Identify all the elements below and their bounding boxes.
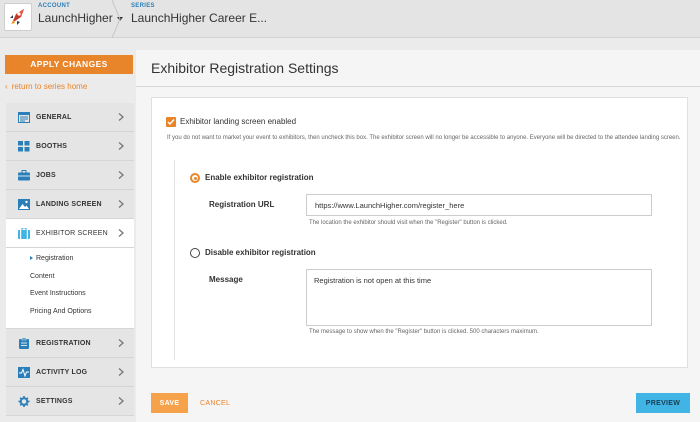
disable-registration-label: Disable exhibitor registration [205, 248, 316, 257]
chevron-right-icon [118, 200, 124, 208]
sidebar-item-label: BOOTHS [36, 142, 68, 150]
chevron-right-icon [118, 142, 124, 150]
sidebar-nav: GENERAL BOOTHS JOBS LANDING SCREEN EXHIB… [6, 103, 134, 416]
sidebar-item-label: GENERAL [36, 113, 72, 121]
briefcase-icon [18, 169, 30, 180]
sidebar-item-settings[interactable]: SETTINGS [6, 387, 134, 416]
checkbox-label: Exhibitor landing screen enabled [180, 117, 297, 126]
chevron-right-icon [118, 113, 124, 121]
sidebar-item-landing-screen[interactable]: LANDING SCREEN [6, 190, 134, 219]
general-icon [18, 111, 30, 123]
sidebar-item-label: SETTINGS [36, 397, 73, 405]
checkmark-icon [167, 119, 175, 126]
enable-registration-label: Enable exhibitor registration [205, 173, 314, 182]
message-textarea[interactable]: Registration is not open at this time [306, 269, 652, 326]
top-bar: ACCOUNT LaunchHigher SERIES LaunchHigher… [0, 0, 700, 38]
disable-registration-radio[interactable] [190, 248, 200, 258]
exhibitor-landing-checkbox[interactable] [166, 117, 176, 127]
return-to-series-link[interactable]: ‹ return to series home [5, 82, 87, 91]
account-caption: ACCOUNT [38, 3, 71, 9]
rocket-logo-icon[interactable] [4, 3, 32, 31]
breadcrumb-separator-icon [111, 0, 121, 38]
sidebar-item-exhibitor-screen[interactable]: EXHIBITOR SCREEN [6, 219, 134, 248]
registration-url-input[interactable] [306, 194, 652, 216]
sidebar-item-general[interactable]: GENERAL [6, 103, 134, 132]
sidebar-item-registration[interactable]: REGISTRATION [6, 329, 134, 358]
account-name: LaunchHigher [38, 11, 113, 25]
subnav-item-event-instructions[interactable]: Event Instructions [6, 285, 134, 303]
grid-icon [18, 140, 30, 151]
message-hint: The message to show when the "Register" … [309, 329, 539, 335]
sidebar-item-label: LANDING SCREEN [36, 200, 102, 208]
exhibitor-icon [18, 227, 30, 239]
gear-icon [18, 395, 30, 407]
chevron-right-icon [118, 229, 124, 237]
divider [174, 160, 175, 360]
subnav-item-registration[interactable]: Registration [6, 250, 134, 268]
return-link-label: return to series home [11, 82, 88, 91]
chevron-right-icon [118, 171, 124, 179]
save-button[interactable]: SAVE [151, 393, 188, 413]
registration-url-hint: The location the exhibitor should visit … [309, 220, 508, 226]
chevron-right-icon [118, 339, 124, 347]
image-icon [18, 198, 30, 210]
sidebar-item-label: EXHIBITOR SCREEN [36, 229, 108, 237]
subnav-item-pricing-and-options[interactable]: Pricing And Options [6, 303, 134, 321]
sidebar-item-jobs[interactable]: JOBS [6, 161, 134, 190]
sidebar-item-label: REGISTRATION [36, 339, 91, 347]
divider [136, 86, 700, 87]
preview-button[interactable]: PREVIEW [636, 393, 690, 413]
cancel-button[interactable]: CANCEL [200, 393, 230, 413]
chevron-left-icon: ‹ [5, 82, 8, 91]
account-switcher[interactable]: LaunchHigher [38, 11, 123, 25]
sidebar-item-booths[interactable]: BOOTHS [6, 132, 134, 161]
page-title: Exhibitor Registration Settings [151, 60, 339, 76]
subnav-item-content[interactable]: Content [6, 268, 134, 286]
enable-registration-radio[interactable] [190, 173, 200, 183]
activity-icon [18, 366, 30, 378]
main-panel: Exhibitor Registration Settings Exhibito… [136, 50, 700, 422]
sidebar-item-label: JOBS [36, 171, 56, 179]
checkbox-help-text: If you do not want to market your event … [167, 135, 681, 141]
settings-card: Exhibitor landing screen enabled If you … [151, 97, 688, 368]
series-name[interactable]: LaunchHigher Career E... [131, 11, 267, 25]
registration-url-label: Registration URL [209, 200, 275, 209]
chevron-right-icon [118, 397, 124, 405]
sidebar-item-label: ACTIVITY LOG [36, 368, 88, 376]
sidebar-item-activity-log[interactable]: ACTIVITY LOG [6, 358, 134, 387]
message-label: Message [209, 275, 243, 284]
clipboard-icon [19, 337, 29, 349]
chevron-right-icon [118, 368, 124, 376]
exhibitor-subnav: Registration Content Event Instructions … [6, 248, 134, 329]
series-caption: SERIES [131, 3, 155, 9]
apply-changes-button[interactable]: APPLY CHANGES [5, 55, 133, 74]
